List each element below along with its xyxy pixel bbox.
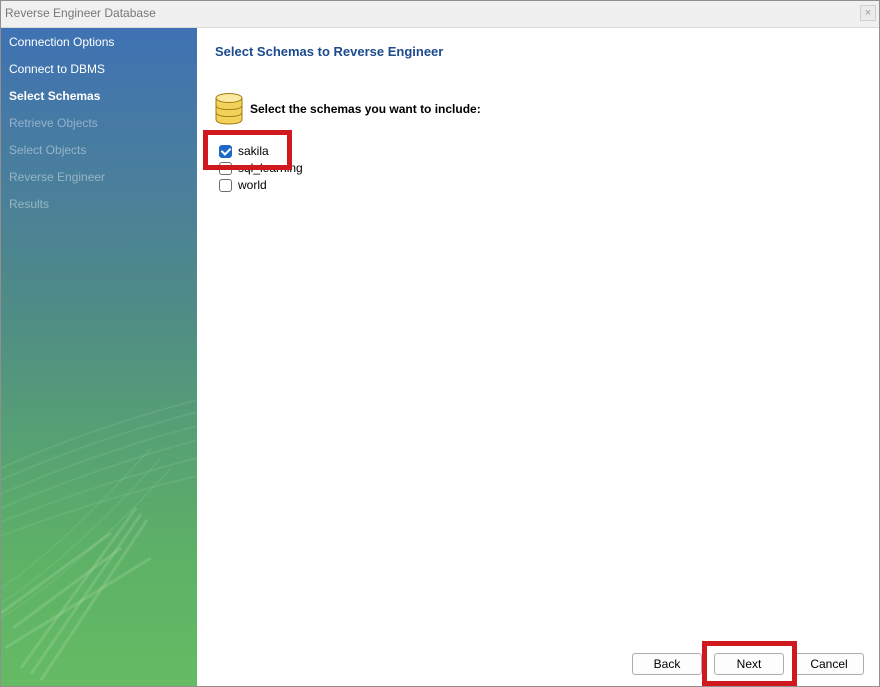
step-retrieve-objects: Retrieve Objects [9, 116, 98, 130]
database-icon [215, 93, 243, 125]
schema-checkbox-world[interactable] [219, 179, 232, 192]
wizard-sidebar: Connection Options Connect to DBMS Selec… [1, 28, 197, 686]
step-select-objects: Select Objects [9, 143, 87, 157]
main-panel: Select Schemas to Reverse Engineer Selec… [198, 28, 879, 686]
title-bar: Reverse Engineer Database × [1, 1, 879, 28]
step-connection-options: Connection Options [9, 35, 115, 49]
highlight-sakila [203, 130, 292, 170]
back-button[interactable]: Back [632, 653, 702, 675]
step-connect-to-dbms: Connect to DBMS [9, 62, 106, 76]
step-reverse-engineer: Reverse Engineer [9, 170, 106, 184]
schema-label-world: world [238, 178, 267, 192]
step-select-schemas: Select Schemas [9, 89, 101, 103]
instruction-text: Select the schemas you want to include: [250, 102, 481, 116]
close-button[interactable]: × [860, 5, 876, 21]
reverse-engineer-dialog: Reverse Engineer Database × Connection O… [0, 0, 880, 687]
window-title: Reverse Engineer Database [5, 6, 156, 20]
step-results: Results [9, 197, 50, 211]
highlight-next [702, 641, 797, 686]
cancel-button[interactable]: Cancel [794, 653, 864, 675]
page-title: Select Schemas to Reverse Engineer [215, 44, 444, 59]
